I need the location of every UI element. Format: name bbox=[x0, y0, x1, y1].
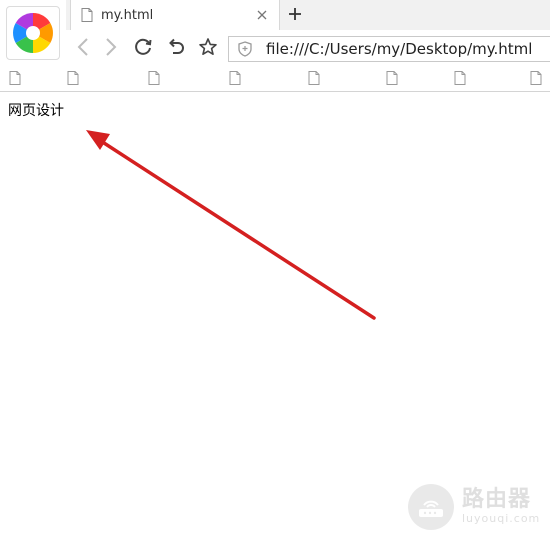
page-icon bbox=[81, 8, 93, 22]
tab-my-html[interactable]: my.html bbox=[70, 0, 280, 30]
watermark-en: luyouqi.com bbox=[462, 512, 541, 525]
url-text: file:///C:/Users/my/Desktop/my.html bbox=[266, 40, 533, 58]
page-icon[interactable] bbox=[308, 71, 320, 85]
bookmarks-bar bbox=[0, 66, 550, 92]
back-icon[interactable] bbox=[72, 36, 94, 58]
page-icon[interactable] bbox=[148, 71, 160, 85]
reload-icon[interactable] bbox=[132, 36, 154, 58]
address-bar[interactable]: file:///C:/Users/my/Desktop/my.html bbox=[228, 36, 550, 62]
close-icon[interactable] bbox=[255, 8, 269, 22]
page-icon[interactable] bbox=[454, 71, 466, 85]
plus-icon[interactable] bbox=[286, 5, 304, 23]
page-body-text: 网页设计 bbox=[8, 103, 64, 119]
forward-icon[interactable] bbox=[100, 36, 122, 58]
page-icon[interactable] bbox=[67, 71, 79, 85]
tab-title: my.html bbox=[101, 7, 154, 23]
undo-icon[interactable] bbox=[165, 36, 187, 58]
browser-logo-icon[interactable] bbox=[6, 6, 60, 60]
page-icon[interactable] bbox=[386, 71, 398, 85]
watermark-cn: 路由器 bbox=[462, 487, 532, 512]
router-icon bbox=[408, 484, 454, 530]
watermark: 路由器 luyouqi.com bbox=[408, 484, 540, 530]
browser-chrome: my.html file:///C:/Users/my/Desktop/my.h… bbox=[0, 0, 550, 92]
star-icon[interactable] bbox=[197, 36, 219, 58]
page-icon[interactable] bbox=[9, 71, 21, 85]
page-icon[interactable] bbox=[229, 71, 241, 85]
page-icon[interactable] bbox=[530, 71, 542, 85]
shield-icon bbox=[238, 41, 252, 57]
